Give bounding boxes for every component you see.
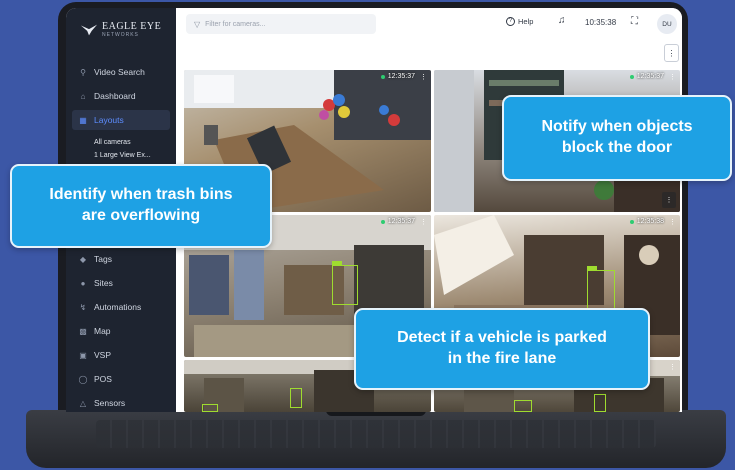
callout-text: Identify when trash bins are overflowing [49, 186, 233, 224]
camera-filter-input[interactable]: ▽ Filter for cameras... [186, 14, 376, 34]
logo[interactable]: EAGLE EYE NETWORKS [80, 16, 162, 44]
callout-trash-bins: Identify when trash bins are overflowing [10, 164, 272, 248]
sidebar-item-label: Tags [94, 254, 112, 264]
sidebar-item-label: POS [94, 374, 112, 384]
sensor-icon: △ [79, 398, 87, 408]
top-bar: ▽ Filter for cameras... ? Help ♫ 10:35:3… [176, 8, 682, 40]
avatar[interactable]: DU [657, 14, 677, 34]
callout-door: Notify when objects block the door [502, 95, 732, 181]
callout-text: Detect if a vehicle is parked in the fir… [397, 329, 607, 367]
clock-time: 10:35:38 [585, 18, 617, 27]
brand-sub: NETWORKS [102, 32, 139, 38]
laptop-keyboard [96, 420, 656, 448]
camera-timestamp: 12:35:37 [380, 73, 415, 80]
help-label: Help [518, 17, 534, 26]
sidebar-item-label: VSP [94, 350, 112, 360]
layout-options-button[interactable]: ⋮ [664, 44, 679, 62]
camera-timestamp: 12:35:38 [629, 218, 664, 225]
sidebar-item-label: Layouts [94, 115, 124, 125]
help-icon: ? [506, 17, 515, 26]
sidebar-item-dashboard[interactable]: ⌂ Dashboard [72, 86, 170, 106]
layout-subitem-large-view[interactable]: 1 Large View Ex... [94, 152, 151, 159]
map-icon: ▩ [79, 326, 87, 336]
sidebar-item-label: Dashboard [94, 91, 136, 101]
camera-timestamp: 12:35:37 [380, 218, 415, 225]
detection-box [594, 394, 606, 412]
layouts-icon: ▦ [79, 115, 87, 125]
camera-menu-icon[interactable]: ⋮ [669, 218, 676, 226]
laptop-base [26, 410, 726, 468]
filter-icon: ▽ [194, 19, 201, 29]
sidebar-item-label: Map [94, 326, 111, 336]
dashboard-icon: ⌂ [80, 91, 86, 101]
camera-menu-icon[interactable]: ⋮ [420, 73, 427, 81]
sidebar-item-sites[interactable]: ● Sites [72, 273, 170, 293]
camera-menu-icon[interactable]: ⋮ [669, 363, 676, 371]
detection-tag [587, 266, 597, 270]
callout-text: Notify when objects block the door [541, 118, 693, 156]
sidebar-item-pos[interactable]: ◯ POS [72, 369, 170, 389]
callout-vehicle: Detect if a vehicle is parked in the fir… [354, 308, 650, 390]
brand-name: EAGLE EYE [102, 21, 162, 32]
sidebar-item-label: Sensors [94, 398, 126, 408]
sidebar-item-sensors[interactable]: △ Sensors [72, 393, 170, 412]
detection-tag [332, 261, 342, 265]
location-pin-icon: ● [80, 278, 86, 288]
eagle-logo-icon [80, 24, 98, 36]
sidebar-item-label: Automations [94, 302, 142, 312]
detection-box [332, 265, 358, 305]
fullscreen-icon[interactable]: ⛶ [631, 16, 638, 27]
camera-timestamp: 12:35:37 [629, 73, 664, 80]
detection-box [202, 404, 218, 412]
camera-menu-icon[interactable]: ⋮ [420, 218, 427, 226]
sidebar-item-label: Sites [94, 278, 113, 288]
sidebar-item-automations[interactable]: ↯ Automations [72, 297, 170, 317]
help-button[interactable]: ? Help [506, 17, 533, 26]
sidebar-item-label: Video Search [94, 67, 145, 77]
camera-menu-icon[interactable]: ⋮ [669, 73, 676, 81]
sidebar-item-map[interactable]: ▩ Map [72, 321, 170, 341]
layout-subitem-all-cameras[interactable]: All cameras [94, 139, 131, 146]
camera-options-button[interactable]: ⋮ [662, 192, 676, 208]
detection-box [514, 400, 532, 412]
vehicle-icon: ▣ [79, 350, 87, 360]
automation-icon: ↯ [79, 302, 87, 312]
bell-icon[interactable]: ♫ [558, 15, 566, 26]
sidebar-item-video-search[interactable]: ⚲ Video Search [72, 62, 170, 82]
sidebar-item-tags[interactable]: ◆ Tags [72, 249, 170, 269]
tag-icon: ◆ [79, 254, 87, 264]
search-icon: ⚲ [80, 67, 86, 77]
sidebar-item-layouts[interactable]: ▦ Layouts [72, 110, 170, 130]
detection-box [290, 388, 302, 408]
sidebar-item-vsp[interactable]: ▣ VSP [72, 345, 170, 365]
pos-icon: ◯ [78, 374, 88, 384]
filter-placeholder: Filter for cameras... [205, 20, 266, 28]
